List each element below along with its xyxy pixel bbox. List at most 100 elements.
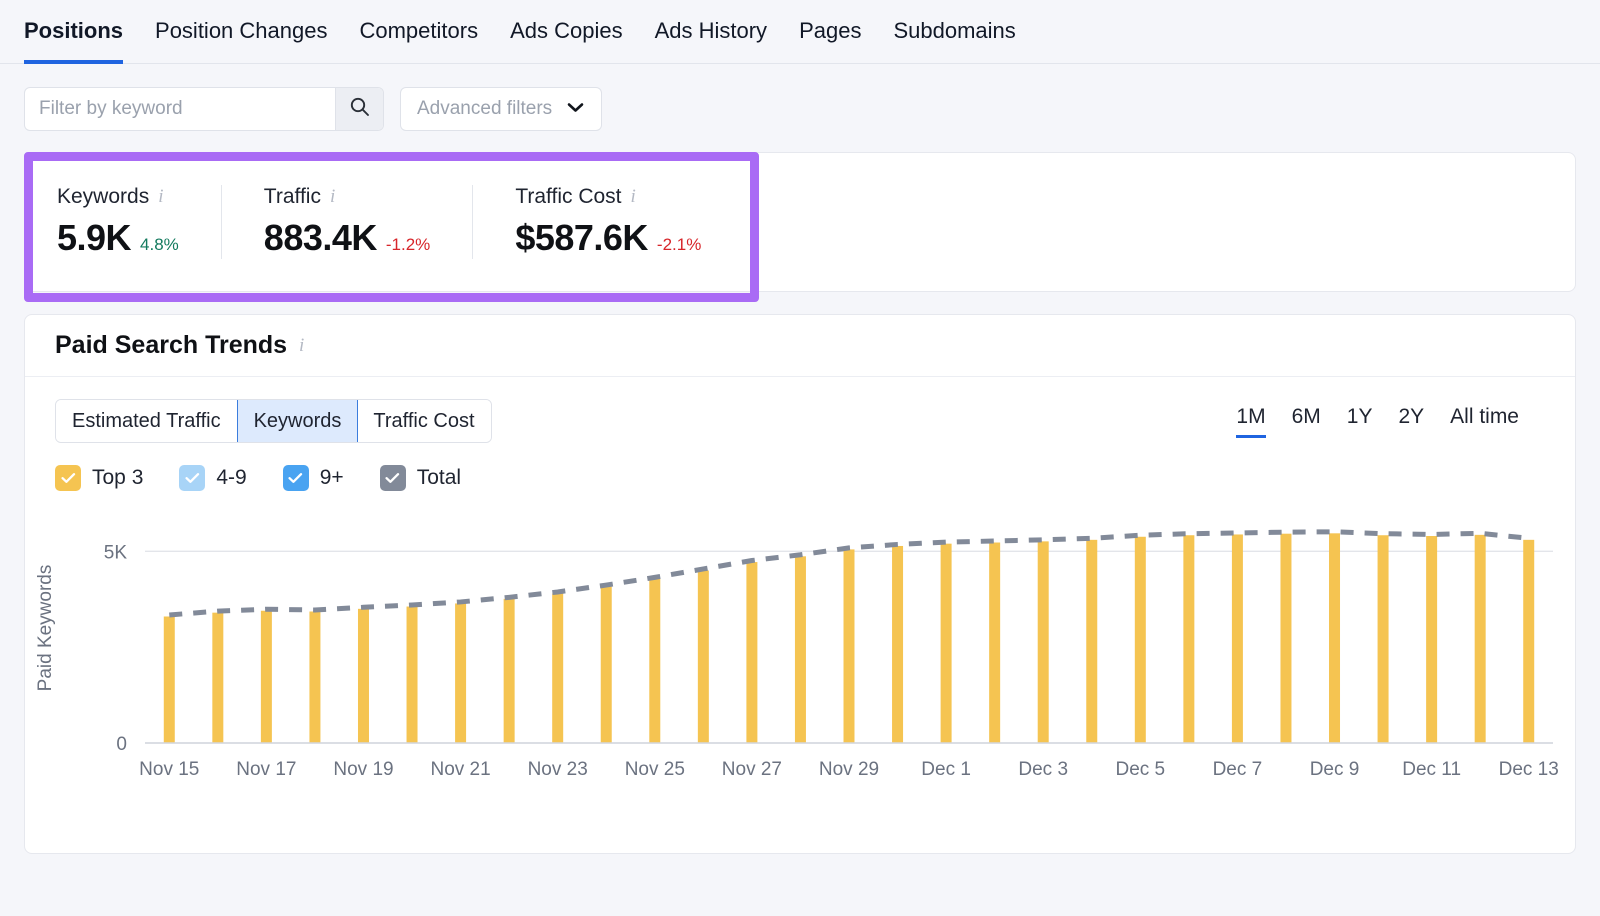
trends-controls: Estimated Traffic Keywords Traffic Cost … — [25, 377, 1575, 443]
x-axis-tick-label: Dec 7 — [1213, 759, 1263, 780]
tab-pages[interactable]: Pages — [799, 0, 861, 64]
search-input[interactable] — [25, 88, 335, 130]
x-axis-tick-label: Nov 27 — [722, 759, 782, 780]
x-axis-tick-label: Nov 19 — [333, 759, 393, 780]
range-1m[interactable]: 1M — [1236, 405, 1265, 438]
metric-traffic-cost: Traffic Cost i $587.6K -2.1% — [472, 185, 743, 259]
tab-label: Pages — [799, 18, 861, 43]
x-axis-tick-label: Dec 9 — [1310, 759, 1360, 780]
search-icon — [349, 96, 370, 122]
tab-subdomains[interactable]: Subdomains — [893, 0, 1015, 64]
x-axis-tick-label: Nov 23 — [528, 759, 588, 780]
metric-delta: -1.2% — [386, 235, 430, 255]
legend-item-total[interactable]: Total — [380, 465, 461, 491]
metrics-card: Keywords i 5.9K 4.8% Traffic i 883.4K -1… — [24, 152, 1576, 292]
tab-positions[interactable]: Positions — [24, 0, 123, 64]
chart-legend: Top 3 4-9 9+ Total — [25, 443, 1575, 491]
legend-item-top-3[interactable]: Top 3 — [55, 465, 143, 491]
tab-label: Positions — [24, 18, 123, 43]
metric-tab-label: Traffic Cost — [373, 410, 474, 433]
page-title: Paid Search Trends — [55, 331, 287, 360]
metric-tab-keywords[interactable]: Keywords — [237, 399, 359, 443]
range-all-time[interactable]: All time — [1450, 405, 1519, 438]
chart-canvas: Paid Keywords05KNov 15Nov 17Nov 19Nov 21… — [25, 505, 1571, 795]
chart-bar — [989, 543, 1000, 743]
metric-label: Traffic Cost i — [515, 185, 701, 209]
x-axis-tick-label: Dec 11 — [1402, 759, 1461, 780]
metric-value-row: $587.6K -2.1% — [515, 217, 701, 259]
checkbox-9-plus[interactable] — [283, 465, 309, 491]
legend-label: Total — [417, 466, 461, 490]
legend-label: 4-9 — [216, 466, 246, 490]
range-6m[interactable]: 6M — [1292, 405, 1321, 438]
chart-bar — [1183, 535, 1194, 743]
search-button[interactable] — [335, 88, 383, 130]
tab-label: Subdomains — [893, 18, 1015, 43]
metric-tab-traffic-cost[interactable]: Traffic Cost — [357, 400, 490, 442]
chart-bar — [795, 556, 806, 743]
metric-number: $587.6K — [515, 217, 648, 259]
chart-bar — [1523, 540, 1534, 743]
range-label: 1M — [1236, 405, 1265, 428]
checkbox-total[interactable] — [380, 465, 406, 491]
y-axis-title: Paid Keywords — [35, 565, 56, 692]
info-icon[interactable]: i — [299, 335, 304, 357]
chart-bar — [358, 609, 369, 743]
chart-bar — [1232, 534, 1243, 743]
info-icon[interactable]: i — [330, 186, 335, 208]
metric-delta: -2.1% — [657, 235, 701, 255]
time-range-selector: 1M 6M 1Y 2Y All time — [1236, 405, 1545, 438]
tab-ads-copies[interactable]: Ads Copies — [510, 0, 623, 64]
chart-bar — [1426, 536, 1437, 743]
x-axis-tick-label: Nov 17 — [236, 759, 296, 780]
chart-bar — [164, 617, 175, 744]
tab-competitors[interactable]: Competitors — [359, 0, 478, 64]
advanced-filters-dropdown[interactable]: Advanced filters — [400, 87, 602, 131]
chart-bar — [649, 579, 660, 743]
metric-name: Traffic Cost — [515, 185, 621, 209]
chart-bar — [1135, 537, 1146, 743]
keyword-filter — [24, 87, 384, 131]
chart-bar — [212, 613, 223, 743]
range-label: 6M — [1292, 405, 1321, 428]
chart-bar — [746, 562, 757, 743]
chart-bar — [941, 544, 952, 743]
chart-bar — [601, 587, 612, 743]
x-axis-tick-label: Dec 1 — [921, 759, 971, 780]
legend-label: Top 3 — [92, 466, 143, 490]
metric-traffic: Traffic i 883.4K -1.2% — [221, 185, 473, 259]
range-label: All time — [1450, 405, 1519, 428]
checkbox-top-3[interactable] — [55, 465, 81, 491]
chart-bar — [455, 603, 466, 743]
range-1y[interactable]: 1Y — [1347, 405, 1373, 438]
chart-bar — [1086, 540, 1097, 743]
metric-number: 883.4K — [264, 217, 377, 259]
legend-item-4-9[interactable]: 4-9 — [179, 465, 246, 491]
checkbox-4-9[interactable] — [179, 465, 205, 491]
legend-label: 9+ — [320, 466, 344, 490]
x-axis-tick-label: Nov 15 — [139, 759, 199, 780]
chart-bar — [1378, 535, 1389, 743]
advanced-filters-label: Advanced filters — [417, 98, 552, 120]
chevron-down-icon — [566, 98, 585, 120]
y-axis-tick-label: 5K — [104, 542, 128, 563]
info-icon[interactable]: i — [158, 186, 163, 208]
trends-header: Paid Search Trends i — [25, 315, 1575, 377]
range-2y[interactable]: 2Y — [1398, 405, 1424, 438]
metric-value-row: 883.4K -1.2% — [264, 217, 431, 259]
tab-ads-history[interactable]: Ads History — [655, 0, 767, 64]
metric-keywords: Keywords i 5.9K 4.8% — [57, 185, 221, 259]
metric-switcher: Estimated Traffic Keywords Traffic Cost — [55, 399, 492, 443]
x-axis-tick-label: Nov 25 — [625, 759, 685, 780]
chart-bar — [504, 599, 515, 743]
main-tab-bar: Positions Position Changes Competitors A… — [0, 0, 1600, 64]
metric-tab-estimated-traffic[interactable]: Estimated Traffic — [56, 400, 238, 442]
tab-label: Position Changes — [155, 18, 327, 43]
tab-label: Ads History — [655, 18, 767, 43]
tab-position-changes[interactable]: Position Changes — [155, 0, 327, 64]
info-icon[interactable]: i — [631, 186, 636, 208]
chart-bar — [1475, 535, 1486, 743]
legend-item-9-plus[interactable]: 9+ — [283, 465, 344, 491]
metrics-list: Keywords i 5.9K 4.8% Traffic i 883.4K -1… — [25, 153, 1575, 291]
chart-bar — [552, 594, 563, 744]
